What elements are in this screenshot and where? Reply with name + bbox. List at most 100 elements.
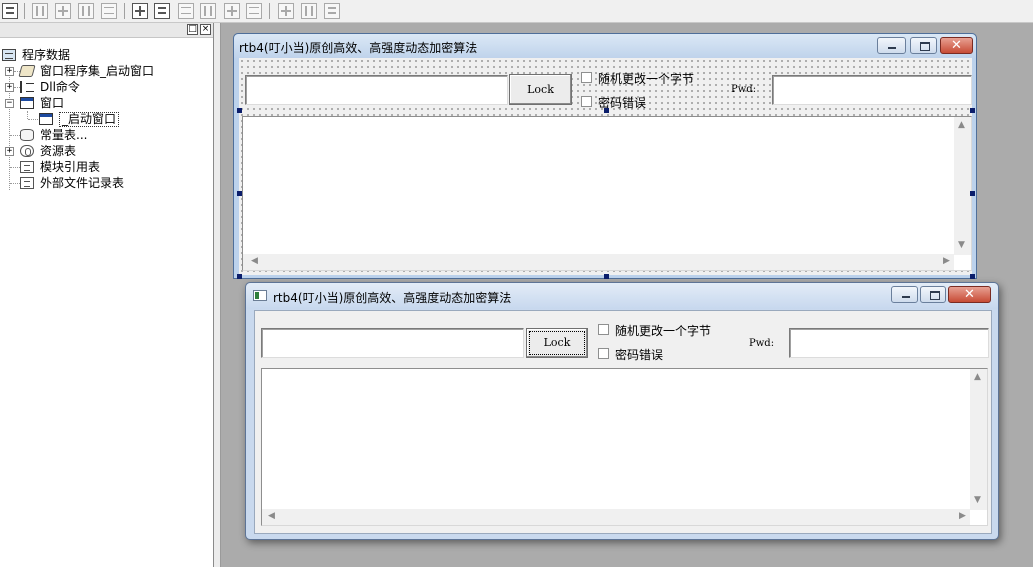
resize-handle[interactable] xyxy=(604,108,609,113)
tree-item-label: 常量表... xyxy=(40,128,88,142)
password-input[interactable] xyxy=(772,75,972,105)
tree-connector xyxy=(27,111,28,119)
scroll-left-icon[interactable]: ◀ xyxy=(268,511,275,521)
app-title: rtb4(叮小当)原创高效、高强度动态加密算法 xyxy=(273,291,512,305)
expand-toggle[interactable]: + xyxy=(5,147,14,156)
scroll-up-icon[interactable]: ▲ xyxy=(958,120,965,130)
tree-item-label: 窗口 xyxy=(40,96,65,110)
tree-connector xyxy=(10,135,20,136)
center-vertical-icon[interactable] xyxy=(154,3,170,19)
lock-button[interactable]: Lock xyxy=(509,74,572,105)
toolbar-separator xyxy=(269,3,270,19)
space-across-icon[interactable] xyxy=(224,3,240,19)
maximize-button[interactable] xyxy=(910,37,937,54)
expand-toggle[interactable]: + xyxy=(5,67,14,76)
close-button[interactable]: ✕ xyxy=(940,37,973,54)
align-hcenter-icon[interactable] xyxy=(55,3,71,19)
text-input[interactable] xyxy=(261,328,524,358)
output-memo[interactable]: ▲ ▼ ◀ ▶ xyxy=(261,368,988,526)
pwd-label: Pwd: xyxy=(731,84,757,95)
align-top-icon[interactable] xyxy=(101,3,117,19)
app-title-bar[interactable]: rtb4(叮小当)原创高效、高强度动态加密算法 ✕ xyxy=(246,283,998,309)
tree-item-label: Dll命令 xyxy=(40,80,80,94)
resource-icon xyxy=(20,145,34,157)
scroll-left-icon[interactable]: ◀ xyxy=(251,256,258,266)
form-view-icon[interactable] xyxy=(2,3,18,19)
scroll-right-icon[interactable]: ▶ xyxy=(959,511,966,521)
tree-item-label: 资源表 xyxy=(40,144,77,158)
random-byte-checkbox[interactable] xyxy=(598,324,609,335)
space-down-icon[interactable] xyxy=(246,3,262,19)
tree-item-label: 模块引用表 xyxy=(40,160,101,174)
app-client-area: Lock 随机更改一个字节 密码错误 Pwd: ▲ ▼ ◀ ▶ xyxy=(254,310,992,534)
vertical-scrollbar[interactable]: ▲ ▼ xyxy=(970,369,987,510)
resize-handle[interactable] xyxy=(237,108,242,113)
resize-handle[interactable] xyxy=(970,274,975,279)
lock-button[interactable]: Lock xyxy=(526,328,588,358)
designer-title: rtb4(叮小当)原创高效、高强度动态加密算法 xyxy=(239,41,478,55)
same-size-icon[interactable] xyxy=(324,3,340,19)
random-byte-label: 随机更改一个字节 xyxy=(615,324,712,338)
program-tree-panel: □ × + + − + 程序数据 窗口程序集_启动窗口 Dll命令 窗口 _启动… xyxy=(0,23,214,567)
tree-connector xyxy=(10,167,20,168)
dock-button[interactable]: □ xyxy=(187,24,198,35)
scroll-right-icon[interactable]: ▶ xyxy=(943,256,950,266)
align-bottom-icon[interactable] xyxy=(200,3,216,19)
panel-splitter[interactable] xyxy=(214,23,221,567)
same-width-icon[interactable] xyxy=(278,3,294,19)
tree-item-label: 窗口程序集_启动窗口 xyxy=(40,64,155,78)
designer-title-bar[interactable]: rtb4(叮小当)原创高效、高强度动态加密算法 ✕ xyxy=(234,34,976,58)
resize-handle[interactable] xyxy=(604,274,609,279)
resize-handle[interactable] xyxy=(237,274,242,279)
close-icon: ✕ xyxy=(951,38,962,53)
align-right-icon[interactable] xyxy=(78,3,94,19)
tree-item-label: 程序数据 xyxy=(22,48,71,62)
maximize-button[interactable] xyxy=(920,286,946,303)
resize-handle[interactable] xyxy=(237,191,242,196)
scroll-down-icon[interactable]: ▼ xyxy=(974,495,981,505)
running-app-window[interactable]: rtb4(叮小当)原创高效、高强度动态加密算法 ✕ Lock 随机更改一个字节 … xyxy=(245,282,999,540)
app-icon xyxy=(253,290,267,301)
maximize-icon xyxy=(921,287,945,302)
stack-icon xyxy=(18,65,36,77)
same-height-icon[interactable] xyxy=(301,3,317,19)
scroll-up-icon[interactable]: ▲ xyxy=(974,372,981,382)
collapse-toggle[interactable]: − xyxy=(5,99,14,108)
tree-connector xyxy=(28,119,38,120)
horizontal-scrollbar[interactable]: ◀ ▶ xyxy=(262,509,970,525)
random-byte-label: 随机更改一个字节 xyxy=(598,72,695,86)
expand-toggle[interactable]: + xyxy=(5,83,14,92)
tree-item-label: _启动窗口 xyxy=(59,112,120,127)
module-icon xyxy=(20,161,34,173)
toolbar-separator xyxy=(124,3,125,19)
random-byte-checkbox[interactable] xyxy=(581,72,592,83)
designer-client-area[interactable]: Lock 随机更改一个字节 密码错误 Pwd: ▲ ▼ ◀ ▶ xyxy=(239,58,972,275)
align-left-icon[interactable] xyxy=(32,3,48,19)
tree-connector xyxy=(10,183,20,184)
toolbar-separator xyxy=(24,3,25,19)
minimize-icon xyxy=(878,38,905,53)
window-icon xyxy=(39,113,53,125)
wrong-password-checkbox[interactable] xyxy=(598,348,609,359)
dll-icon xyxy=(20,81,34,93)
panel-header: □ × xyxy=(0,23,213,38)
align-vcenter-icon[interactable] xyxy=(178,3,194,19)
output-memo[interactable]: ▲ ▼ ◀ ▶ xyxy=(242,116,972,271)
center-horizontal-icon[interactable] xyxy=(132,3,148,19)
close-icon: ✕ xyxy=(964,287,975,302)
minimize-button[interactable] xyxy=(877,37,906,54)
designer-form-window[interactable]: rtb4(叮小当)原创高效、高强度动态加密算法 ✕ Lock 随机更改一个字节 … xyxy=(233,33,977,279)
scroll-down-icon[interactable]: ▼ xyxy=(958,240,965,250)
text-input[interactable] xyxy=(245,75,508,105)
close-panel-button[interactable]: × xyxy=(200,24,211,35)
wrong-password-checkbox[interactable] xyxy=(581,96,592,107)
resize-handle[interactable] xyxy=(970,108,975,113)
window-icon xyxy=(20,97,34,109)
close-button[interactable]: ✕ xyxy=(948,286,991,303)
minimize-button[interactable] xyxy=(891,286,918,303)
password-input[interactable] xyxy=(789,328,989,358)
vertical-scrollbar[interactable]: ▲ ▼ xyxy=(954,117,971,255)
resize-handle[interactable] xyxy=(970,191,975,196)
pwd-label: Pwd: xyxy=(749,338,775,349)
horizontal-scrollbar[interactable]: ◀ ▶ xyxy=(243,254,954,270)
